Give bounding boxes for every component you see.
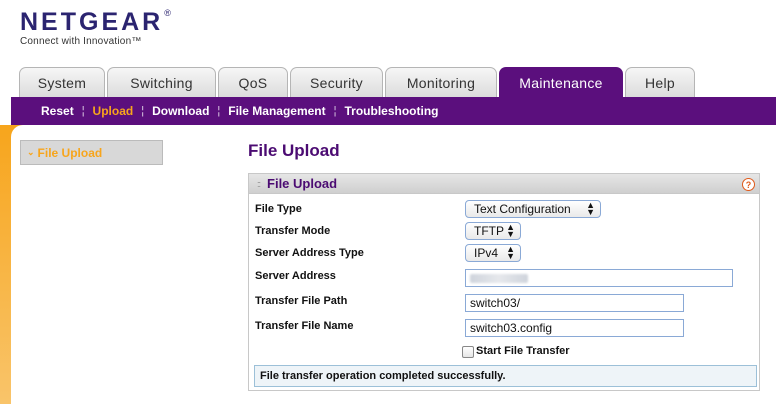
chevron-down-icon: ⌄ xyxy=(27,147,35,157)
transfer-mode-label: Transfer Mode xyxy=(255,225,331,237)
logo-tagline: Connect with Innovation™ xyxy=(20,36,142,47)
start-file-transfer-checkbox[interactable] xyxy=(462,346,474,358)
subnav-download[interactable]: Download xyxy=(149,104,212,118)
select-arrows-icon: ▲ ▼ xyxy=(506,222,515,239)
tab-help[interactable]: Help xyxy=(625,67,695,97)
subnav-file-management[interactable]: File Management xyxy=(225,104,328,118)
sidebar-item-file-upload[interactable]: ⌄ File Upload xyxy=(20,140,163,165)
server-address-type-label: Server Address Type xyxy=(255,247,364,259)
tab-security[interactable]: Security xyxy=(290,67,383,97)
page-title: File Upload xyxy=(248,141,340,160)
tab-system[interactable]: System xyxy=(19,67,105,97)
file-upload-panel: :: File Upload ? File Type Transfer Mode… xyxy=(248,173,760,391)
sub-navigation: Reset ¦ Upload ¦ Download ¦ File Managem… xyxy=(11,97,776,125)
select-arrows-icon: ▲ ▼ xyxy=(506,244,515,261)
logo-trademark: ® xyxy=(164,8,171,18)
transfer-file-path-input[interactable]: switch03/ xyxy=(465,294,684,312)
subnav-upload[interactable]: Upload xyxy=(90,104,137,118)
status-message: File transfer operation completed succes… xyxy=(254,365,757,387)
subnav-troubleshooting[interactable]: Troubleshooting xyxy=(341,104,441,118)
tab-monitoring[interactable]: Monitoring xyxy=(385,67,497,97)
file-type-select[interactable]: Text Configuration ▲ ▼ xyxy=(465,200,601,218)
subnav-separator: ¦ xyxy=(141,105,145,117)
server-address-input[interactable] xyxy=(465,269,733,287)
file-type-value: Text Configuration xyxy=(474,202,571,216)
help-icon[interactable]: ? xyxy=(742,178,755,191)
server-address-type-value: IPv4 xyxy=(474,246,499,260)
select-arrows-icon: ▲ ▼ xyxy=(586,200,595,217)
transfer-file-path-label: Transfer File Path xyxy=(255,295,348,307)
redacted-address xyxy=(470,273,528,283)
panel-header: :: File Upload xyxy=(249,174,759,194)
transfer-file-name-input[interactable]: switch03.config xyxy=(465,319,684,337)
tab-maintenance[interactable]: Maintenance xyxy=(499,67,623,97)
server-address-label: Server Address xyxy=(255,270,336,282)
transfer-file-name-label: Transfer File Name xyxy=(255,320,354,332)
tab-switching[interactable]: Switching xyxy=(107,67,216,97)
sidebar-item-label: File Upload xyxy=(37,145,103,160)
tab-qos[interactable]: QoS xyxy=(218,67,288,97)
sidebar-accent-bar xyxy=(0,125,11,404)
transfer-file-name-value: switch03.config xyxy=(470,321,553,335)
transfer-mode-value: TFTP xyxy=(474,224,504,238)
grip-icon: :: xyxy=(257,178,261,189)
netgear-logo: NETGEAR® Connect with Innovation™ xyxy=(20,8,171,47)
transfer-file-path-value: switch03/ xyxy=(470,296,521,310)
start-file-transfer-label: Start File Transfer xyxy=(476,345,570,357)
subnav-reset[interactable]: Reset xyxy=(38,104,77,118)
subnav-separator: ¦ xyxy=(333,105,337,117)
file-type-label: File Type xyxy=(255,203,302,215)
subnav-separator: ¦ xyxy=(81,105,85,117)
server-address-type-select[interactable]: IPv4 ▲ ▼ xyxy=(465,244,521,262)
transfer-mode-select[interactable]: TFTP ▲ ▼ xyxy=(465,222,521,240)
logo-wordmark: NETGEAR xyxy=(20,8,164,36)
subnav-separator: ¦ xyxy=(217,105,221,117)
main-tabs: System Switching QoS Security Monitoring… xyxy=(19,67,697,97)
panel-title: File Upload xyxy=(267,176,338,191)
